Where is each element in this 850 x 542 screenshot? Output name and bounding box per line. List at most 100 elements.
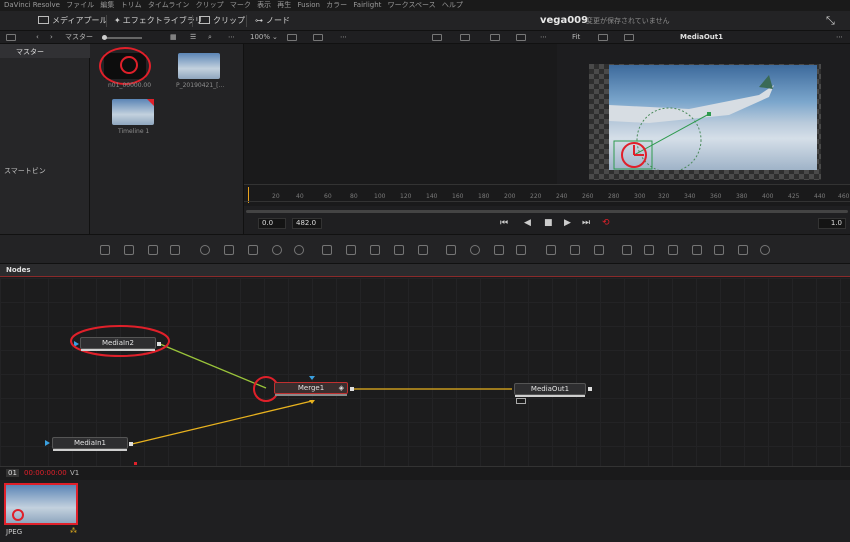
ellipse-mask-tool-icon[interactable] (394, 245, 404, 255)
more-options-icon[interactable]: ⋯ (836, 31, 843, 44)
thumbnail-size-slider[interactable] (102, 35, 142, 40)
node-graph[interactable]: MediaIn2 Merge1 ◈ MediaOut1 MediaIn1 (0, 278, 850, 466)
3d-render-tool-icon[interactable] (738, 245, 748, 255)
menu-color[interactable]: カラー (326, 0, 347, 11)
3d-sphere-tool-icon[interactable] (760, 245, 770, 255)
media-pool-button[interactable]: メディアプール (38, 11, 107, 31)
paint-tool-icon[interactable] (170, 245, 180, 255)
viewer-option-icon[interactable] (460, 34, 470, 41)
viewer-option-icon[interactable] (490, 34, 500, 41)
menu-timeline[interactable]: タイムライン (148, 0, 190, 11)
more-options-icon[interactable]: ⋯ (228, 31, 235, 44)
bspline-tool-icon[interactable] (494, 245, 504, 255)
speed-field[interactable]: 1.0 (818, 218, 846, 229)
channel-booleans-tool-icon[interactable] (346, 245, 356, 255)
menu-app[interactable]: DaVinci Resolve (4, 0, 60, 11)
search-icon[interactable]: ⌕ (208, 31, 212, 44)
fullscreen-icon[interactable]: ⤡ (826, 11, 835, 31)
image-tool-icon[interactable] (124, 245, 134, 255)
sidebar-toggle-icon[interactable] (6, 34, 16, 41)
nodes-button[interactable]: ⊶ ノード (255, 11, 290, 31)
menu-playback[interactable]: 再生 (277, 0, 291, 11)
timeline-ruler[interactable]: 20 40 60 80 100 120 140 160 180 200 220 … (244, 184, 850, 206)
drop-tool-icon[interactable] (294, 245, 304, 255)
particles-tool-icon[interactable] (200, 245, 210, 255)
mediain2-output[interactable] (157, 342, 161, 346)
right-viewer[interactable] (557, 44, 850, 184)
clip-thumbnail[interactable] (4, 483, 78, 525)
transform-tool-icon[interactable] (546, 245, 556, 255)
scrub-track[interactable] (246, 210, 848, 213)
matte-control-tool-icon[interactable] (370, 245, 380, 255)
node-merge1[interactable]: Merge1 ◈ (274, 382, 348, 396)
mediain1-output[interactable] (129, 442, 133, 446)
circle-mask-tool-icon[interactable] (470, 245, 480, 255)
3d-camera-tool-icon[interactable] (692, 245, 702, 255)
fit-select[interactable]: Fit (572, 31, 580, 44)
text-tool-icon[interactable] (148, 245, 158, 255)
media-thumbnail[interactable] (178, 53, 220, 79)
viewer-badge-icon[interactable] (516, 398, 526, 404)
node-options-icon[interactable]: ◈ (339, 383, 344, 393)
background-tool-icon[interactable] (100, 245, 110, 255)
menu-mark[interactable]: マーク (230, 0, 251, 11)
rectangle-mask-tool-icon[interactable] (418, 245, 428, 255)
left-viewer[interactable] (244, 44, 557, 184)
tracker-tool-icon[interactable] (570, 245, 580, 255)
timeline-thumbnail[interactable] (112, 99, 154, 125)
node-mediaout1[interactable]: MediaOut1 (514, 383, 586, 397)
brightness-tool-icon[interactable] (248, 245, 258, 255)
node-mediain2[interactable]: MediaIn2 (80, 337, 156, 351)
go-to-start-icon[interactable]: ⏮ (500, 218, 508, 228)
merge-output[interactable] (350, 387, 354, 391)
viewer-option-icon[interactable] (313, 34, 323, 41)
menu-help[interactable]: ヘルプ (442, 0, 463, 11)
clips-button[interactable]: クリップ (199, 11, 245, 31)
planar-tracker-tool-icon[interactable] (594, 245, 604, 255)
more-options-icon[interactable]: ⋯ (340, 31, 347, 44)
menu-view[interactable]: 表示 (257, 0, 271, 11)
mediain1-input[interactable] (45, 440, 50, 446)
node-mediain1[interactable]: MediaIn1 (52, 437, 128, 451)
smart-bins-header[interactable]: スマートビン (4, 166, 46, 176)
play-icon[interactable]: ▶ (564, 218, 571, 228)
nav-forward-icon[interactable]: › (50, 31, 53, 44)
chevron-down-icon[interactable]: ⌄ (272, 31, 278, 44)
end-frame-field[interactable]: 482.0 (292, 218, 322, 229)
go-to-end-icon[interactable]: ⏭ (582, 218, 590, 228)
blur-tool-icon[interactable] (272, 245, 282, 255)
menu-clip[interactable]: クリップ (196, 0, 224, 11)
merge-gizmo-handle[interactable] (707, 112, 711, 116)
viewer-option-icon[interactable] (432, 34, 442, 41)
3d-text-tool-icon[interactable] (644, 245, 654, 255)
sidebar-item-master[interactable]: マスター (0, 44, 90, 58)
viewer-option-icon[interactable] (598, 34, 608, 41)
nav-back-icon[interactable]: ‹ (36, 31, 39, 44)
merge-tool-icon[interactable] (322, 245, 332, 255)
3d-merge-tool-icon[interactable] (668, 245, 678, 255)
menu-edit[interactable]: 編集 (100, 0, 114, 11)
stop-icon[interactable]: ■ (544, 218, 553, 228)
menu-trim[interactable]: トリム (121, 0, 142, 11)
polygon-mask-tool-icon[interactable] (446, 245, 456, 255)
warp-tool-icon[interactable] (516, 245, 526, 255)
menu-file[interactable]: ファイル (66, 0, 94, 11)
menu-fusion[interactable]: Fusion (298, 0, 320, 11)
viewer-option-icon[interactable] (287, 34, 297, 41)
menu-workspace[interactable]: ワークスペース (388, 0, 436, 11)
zoom-select[interactable]: 100% (250, 31, 270, 44)
3d-shape-tool-icon[interactable] (622, 245, 632, 255)
list-view-icon[interactable]: ☰ (190, 31, 196, 44)
play-reverse-icon[interactable]: ◀ (524, 218, 531, 228)
3d-light-tool-icon[interactable] (714, 245, 724, 255)
effects-library-button[interactable]: ✦ エフェクトライブラリ (114, 11, 203, 31)
mediaout-output[interactable] (588, 387, 592, 391)
more-options-icon[interactable]: ⋯ (540, 31, 547, 44)
start-frame-field[interactable]: 0.0 (258, 218, 286, 229)
merge-mask-input[interactable] (309, 376, 315, 380)
grid-view-icon[interactable]: ▦ (170, 31, 177, 44)
viewer-option-icon[interactable] (516, 34, 526, 41)
color-corrector-tool-icon[interactable] (224, 245, 234, 255)
loop-icon[interactable]: ⟲ (602, 218, 610, 228)
viewer-option-icon[interactable] (624, 34, 634, 41)
